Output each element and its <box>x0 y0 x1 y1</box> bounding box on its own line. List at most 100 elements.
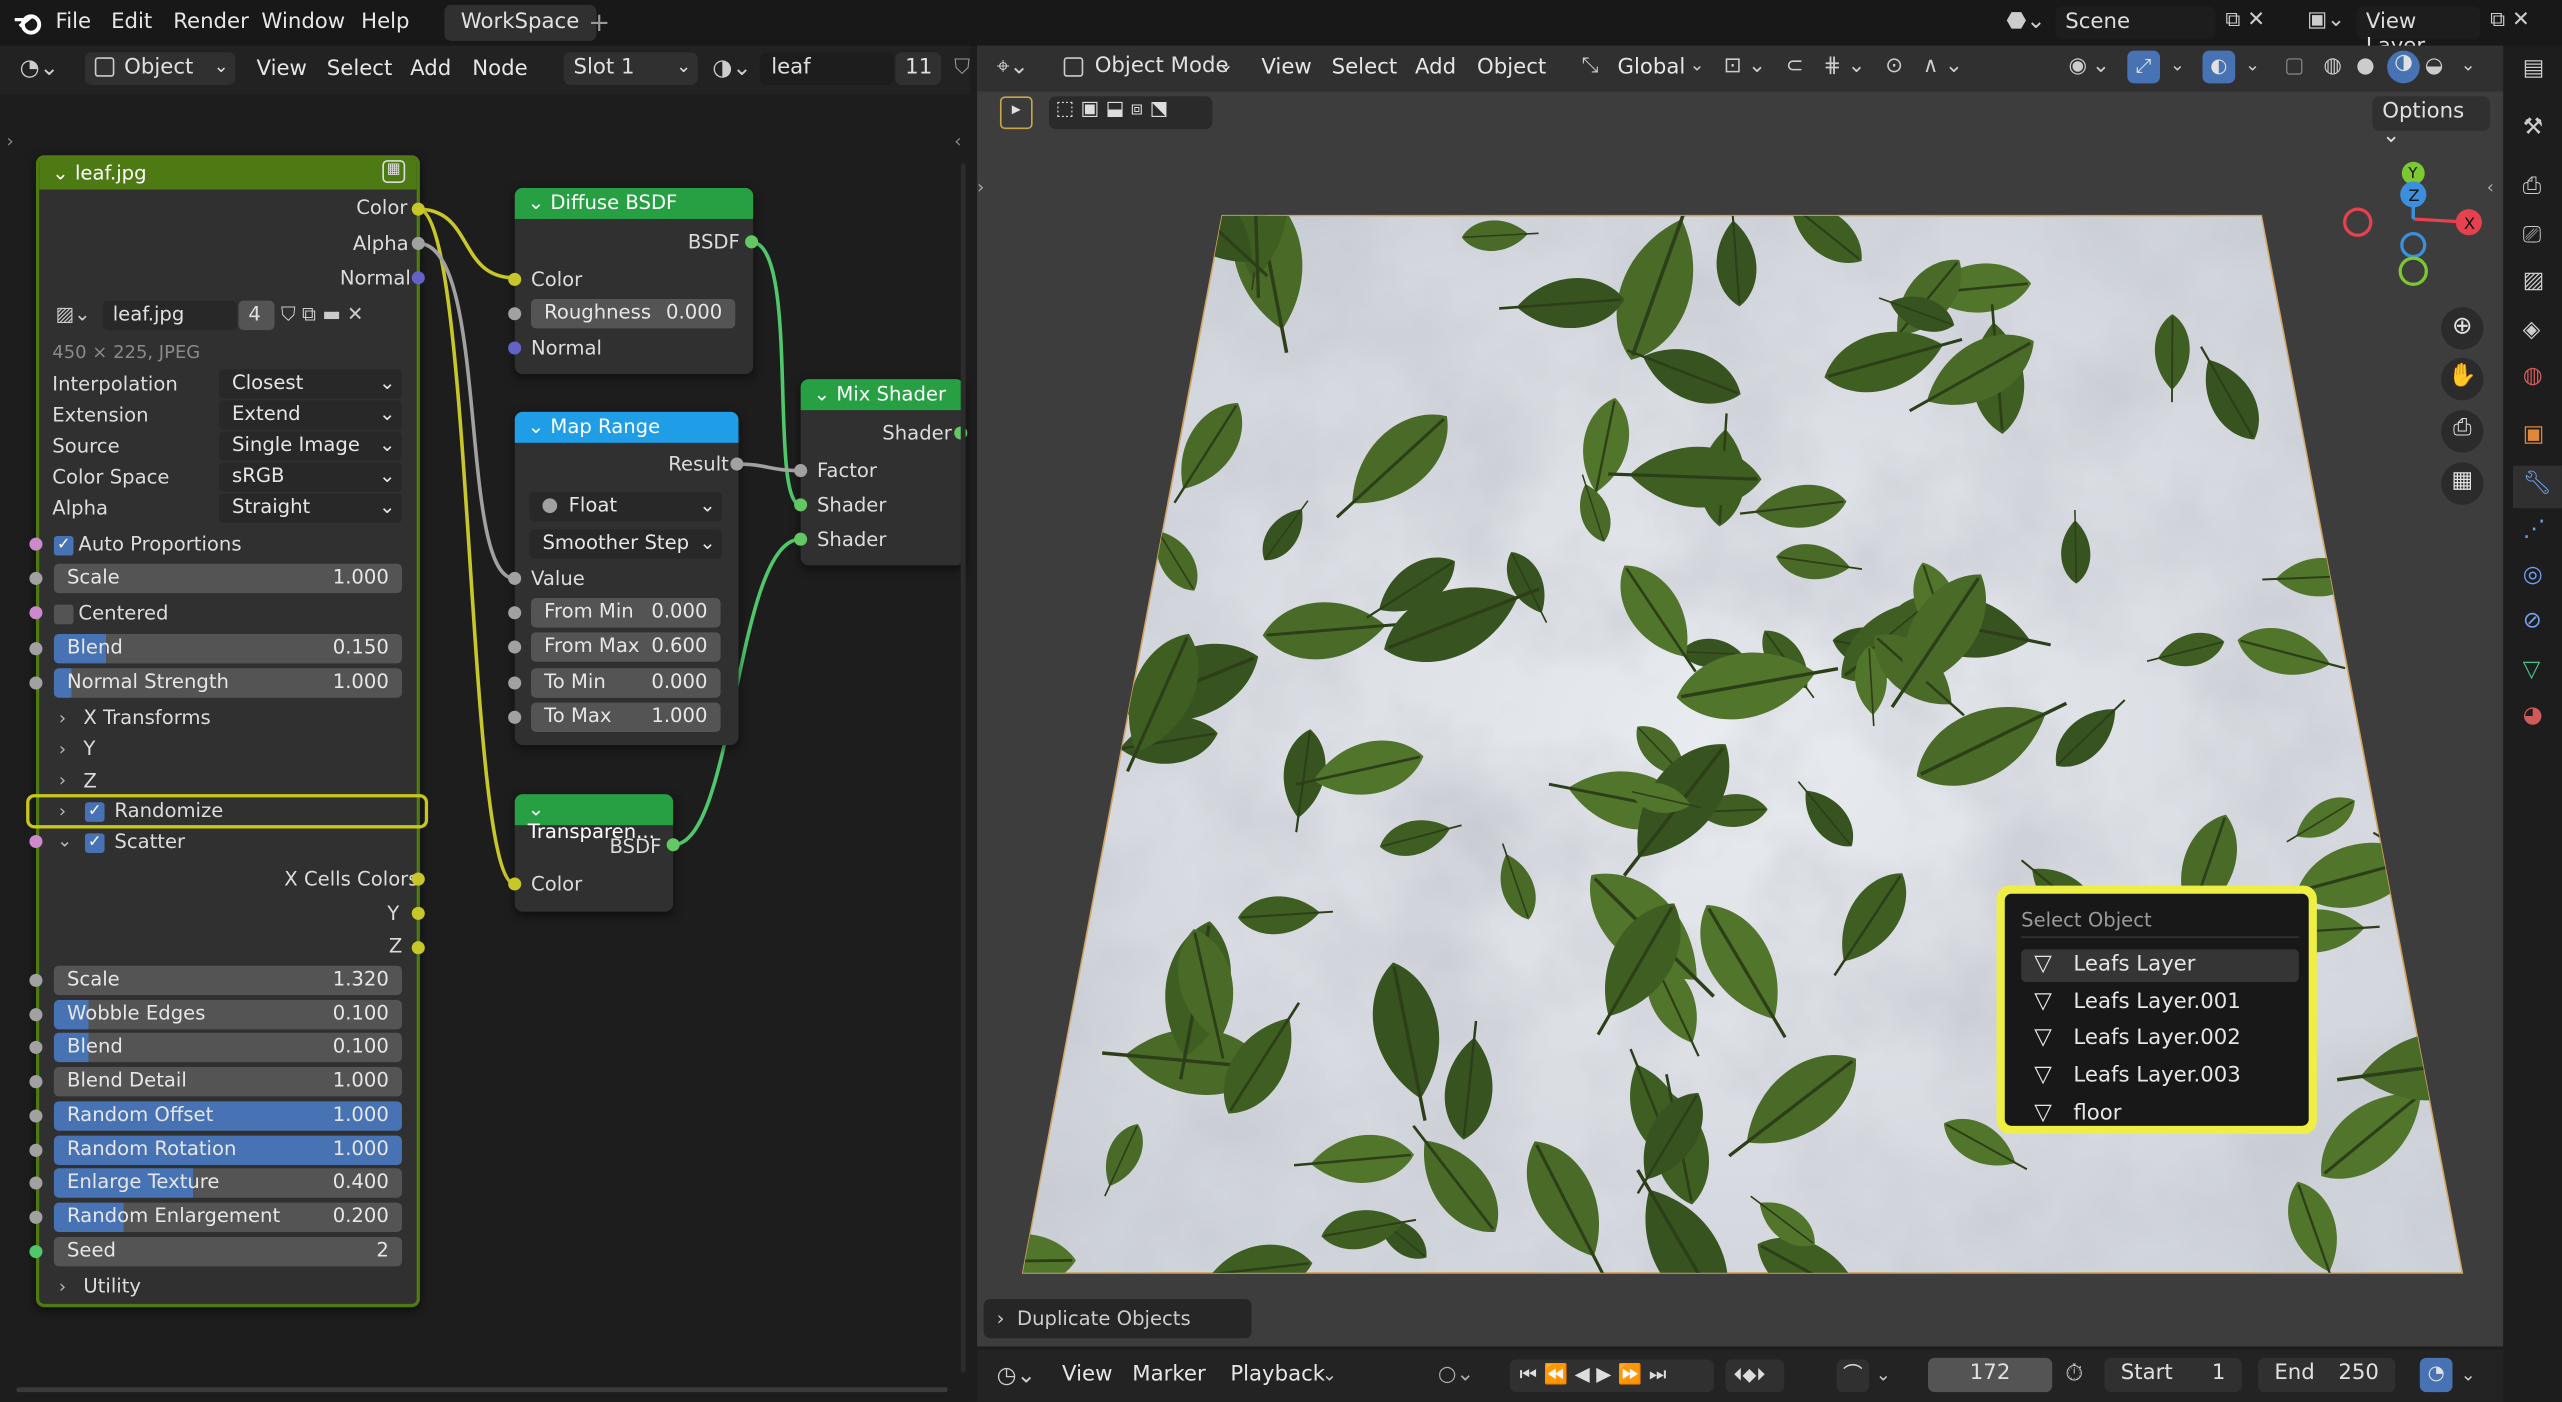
xray-icon[interactable]: ▢ <box>2284 54 2304 79</box>
interpolation-dropdown[interactable]: Closest ⌄ <box>218 369 402 399</box>
randomize-checkbox[interactable]: ✓ <box>84 802 105 822</box>
expand-toolbar-arrow[interactable]: › <box>977 176 984 197</box>
new-scene-icon[interactable]: ⧉ ✕ <box>2225 8 2265 33</box>
socket-result-out[interactable] <box>730 457 744 471</box>
chevron-down-icon[interactable]: ⌄ <box>2461 1364 2476 1385</box>
socket-maprange-in[interactable] <box>508 675 522 689</box>
vp-menu-view[interactable]: View <box>1261 56 1311 81</box>
tweak-tool-icon[interactable]: ▸ <box>999 96 1033 130</box>
zoom-icon[interactable]: ⊕ <box>2441 307 2484 350</box>
alpha-dropdown[interactable]: Straight ⌄ <box>218 493 402 523</box>
node-header[interactable]: ⌄ leaf.jpg <box>39 158 417 190</box>
scatter-field[interactable]: Random Rotation 1.000 <box>53 1134 402 1165</box>
start-frame-field[interactable]: Start 1 <box>2104 1357 2242 1393</box>
z-transforms-panel[interactable]: Z <box>83 770 96 793</box>
socket-maprange-in[interactable] <box>508 606 522 620</box>
scatter-field[interactable]: Enlarge Texture 0.400 <box>53 1168 402 1199</box>
node-header[interactable]: ⌄ Transparen... <box>514 794 674 843</box>
colorspace-dropdown[interactable]: sRGB ⌄ <box>218 462 402 492</box>
socket-scatter-4[interactable] <box>29 1109 43 1123</box>
select-object-menu[interactable]: Select Object ▽ Leafs Layer ▽ Leafs Layer.0… <box>2004 893 2309 1126</box>
stopwatch-icon[interactable]: ⏱ <box>2065 1361 2083 1387</box>
socket-cells-y-out[interactable] <box>411 906 425 920</box>
scene-settings-icon[interactable]: ◈ <box>2523 317 2541 343</box>
record-icon[interactable]: ○⌄ <box>1438 1363 1474 1388</box>
socket-scatter[interactable] <box>29 834 43 849</box>
socket-scatter-0[interactable] <box>29 973 43 987</box>
scene-field[interactable]: Scene <box>2055 6 2216 40</box>
timeline-menu-view[interactable]: View <box>1062 1363 1112 1388</box>
socket-color-in[interactable] <box>508 877 522 891</box>
image-users-count[interactable]: 4 <box>238 300 275 331</box>
centered-checkbox[interactable] <box>53 604 74 625</box>
chevron-down-icon[interactable]: ⌄ <box>2461 54 2476 75</box>
tool-settings-icon[interactable]: ⚒ <box>2523 114 2544 140</box>
scatter-field[interactable]: Blend 0.100 <box>53 1033 402 1063</box>
pan-hand-icon[interactable]: ✋ <box>2441 357 2484 401</box>
socket-normal-in[interactable] <box>508 341 522 355</box>
socket-centered[interactable] <box>29 606 43 620</box>
select-object-item[interactable]: ▽ Leafs Layer.002 <box>2021 1024 2299 1057</box>
socket-scatter-5[interactable] <box>29 1142 43 1157</box>
select-object-item[interactable]: ▽ floor <box>2021 1098 2299 1131</box>
interpolation-type-dropdown[interactable]: Smoother Step ⌄ <box>529 529 723 559</box>
auto-proportions-checkbox[interactable]: ✓ <box>53 535 74 556</box>
chevron-right-icon[interactable]: › <box>59 739 66 760</box>
vp-menu-object[interactable]: Object <box>1477 56 1546 81</box>
utility-panel[interactable]: Utility <box>83 1275 141 1298</box>
image-name-field[interactable]: leaf.jpg <box>102 300 237 331</box>
sync-icon[interactable]: ◔ <box>2419 1357 2453 1393</box>
pivot-snap-icons[interactable]: ⊡⌄ ⊂ ⋕⌄ ⊙ ∧⌄ <box>1724 54 1970 79</box>
timeline-menu-playback[interactable]: Playback <box>1230 1363 1325 1388</box>
physics-icon[interactable]: ◎ <box>2523 562 2543 588</box>
auto-keying-icon[interactable]: ⌒ <box>1836 1359 1870 1393</box>
output-settings-icon[interactable]: ⎚ <box>2523 222 2541 248</box>
particles-icon[interactable]: ⋰ <box>2523 516 2546 542</box>
chevron-down-icon[interactable]: ⌄ <box>2245 54 2260 75</box>
socket-value-in[interactable] <box>508 571 522 585</box>
select-object-item[interactable]: ▽ Leafs Layer <box>2021 949 2299 983</box>
socket-color-out[interactable] <box>411 202 425 216</box>
chevron-right-icon[interactable]: › <box>59 708 66 729</box>
scatter-field[interactable]: Random Enlargement 0.200 <box>53 1202 402 1232</box>
select-object-item[interactable]: ▽ Leafs Layer.003 <box>2021 1061 2299 1094</box>
scatter-field[interactable]: Seed 2 <box>53 1236 402 1266</box>
select-object-item[interactable]: ▽ Leafs Layer.001 <box>2021 986 2299 1019</box>
scatter-field[interactable]: Random Offset 1.000 <box>53 1100 402 1131</box>
socket-normal-strength[interactable] <box>29 676 43 690</box>
node-header[interactable]: ⌄ Map Range <box>514 411 739 443</box>
chevron-right-icon[interactable]: › <box>59 801 66 822</box>
map-range-field[interactable]: From Min 0.000 <box>531 598 721 628</box>
socket-cells-z-out[interactable] <box>411 941 425 955</box>
socket-blend[interactable] <box>29 642 43 656</box>
scatter-field[interactable]: Scale 1.320 <box>53 965 402 996</box>
scatter-field[interactable]: Wobble Edges 0.100 <box>53 999 402 1029</box>
new-view-layer-icon[interactable]: ⧉ ✕ <box>2490 8 2530 33</box>
playback-controls[interactable]: ⏮⏪◀▶⏩⏭ <box>1509 1359 1714 1393</box>
view-layer-icon[interactable]: ▣⌄ <box>2307 8 2345 33</box>
navigation-gizmo[interactable]: X Y Z <box>2336 157 2490 298</box>
data-type-dropdown[interactable]: Float ⌄ <box>529 491 723 522</box>
socket-alpha-out[interactable] <box>411 236 425 251</box>
mode-dropdown[interactable]: Object Mode ⌄ <box>1055 50 1239 85</box>
chevron-right-icon[interactable]: › <box>59 1276 66 1297</box>
material-preview-icon[interactable]: ◑ <box>2387 50 2420 84</box>
scatter-field[interactable]: Blend Detail 1.000 <box>53 1067 402 1097</box>
map-range-field[interactable]: From Max 0.600 <box>531 632 721 663</box>
camera-view-icon[interactable]: ⎙ <box>2441 410 2484 453</box>
timeline-menu-marker[interactable]: Marker <box>1132 1363 1205 1388</box>
data-properties-icon[interactable]: ▽ <box>2523 657 2541 683</box>
map-range-field[interactable]: To Min 0.000 <box>531 667 721 698</box>
end-frame-field[interactable]: End 250 <box>2258 1357 2396 1393</box>
scale-field[interactable]: Scale 1.000 <box>53 563 402 594</box>
chevron-down-icon[interactable]: ⌄ <box>1876 1364 1891 1385</box>
texture-preview-icon[interactable]: ▦ <box>382 160 406 184</box>
render-settings-icon[interactable]: ⎙ <box>2523 173 2541 199</box>
transform-orientation-icon[interactable]: ⤡ <box>1582 54 1599 79</box>
socket-shader1-in[interactable] <box>794 498 808 512</box>
image-browse-icon[interactable]: ▨⌄ <box>56 302 91 325</box>
roughness-field[interactable]: Roughness 0.000 <box>531 299 736 329</box>
socket-scatter-7[interactable] <box>29 1210 43 1224</box>
modifier-properties-icon[interactable]: 🔧︎ <box>2512 465 2562 509</box>
socket-roughness-in[interactable] <box>508 307 522 321</box>
